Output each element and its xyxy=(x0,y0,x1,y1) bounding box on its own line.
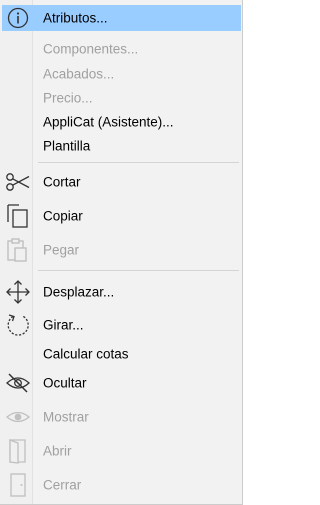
eye-off-icon xyxy=(2,367,34,399)
menu-item-label: Plantilla xyxy=(43,138,91,154)
scissors-icon xyxy=(2,166,34,198)
menu-item-label: Copiar xyxy=(43,208,83,224)
menu-item-applicat[interactable]: AppliCat (Asistente)... xyxy=(2,110,241,134)
menu-item-label: Desplazar... xyxy=(43,284,115,299)
menu-item-label: Cerrar xyxy=(43,477,82,492)
menu-item-label: Pegar xyxy=(43,242,80,258)
menu-item-cortar[interactable]: Cortar xyxy=(2,166,241,198)
menu-item-girar[interactable]: Girar... xyxy=(2,308,241,342)
door-closed-icon xyxy=(2,468,34,501)
move-icon xyxy=(2,275,34,308)
menu-item-abrir[interactable]: Abrir xyxy=(2,434,241,467)
menu-item-label: Atributos... xyxy=(43,10,108,26)
menu-item-ocultar[interactable]: Ocultar xyxy=(2,367,241,399)
menu-item-label: Calcular cotas xyxy=(43,346,129,362)
menu-item-label: Ocultar xyxy=(43,375,87,391)
info-icon xyxy=(2,5,34,31)
menu-item-plantilla[interactable]: Plantilla xyxy=(2,134,241,158)
context-menu: Atributos... Componentes... Acabados... … xyxy=(0,0,243,505)
rotate-icon xyxy=(2,308,34,342)
menu-item-precio[interactable]: Precio... xyxy=(2,86,241,110)
menu-item-copiar[interactable]: Copiar xyxy=(2,199,241,233)
menu-item-label: Abrir xyxy=(43,443,72,458)
menu-item-label: Componentes... xyxy=(43,41,139,57)
menu-item-label: Mostrar xyxy=(43,409,89,424)
menu-separator xyxy=(38,162,239,163)
eye-icon xyxy=(2,400,34,433)
menu-item-desplazar[interactable]: Desplazar... xyxy=(2,275,241,308)
menu-item-label: Girar... xyxy=(43,317,84,333)
paste-icon xyxy=(2,233,34,267)
menu-item-label: Precio... xyxy=(43,90,93,106)
menu-item-atributos[interactable]: Atributos... xyxy=(2,5,241,31)
menu-item-label: Acabados... xyxy=(43,66,115,81)
door-open-icon xyxy=(2,434,34,467)
menu-item-componentes[interactable]: Componentes... xyxy=(2,37,241,61)
menu-separator xyxy=(38,270,239,271)
menu-item-cerrar[interactable]: Cerrar xyxy=(2,468,241,501)
menu-item-calcular-cotas[interactable]: Calcular cotas xyxy=(2,342,241,366)
menu-item-pegar[interactable]: Pegar xyxy=(2,233,241,267)
menu-item-acabados[interactable]: Acabados... xyxy=(2,61,241,86)
menu-item-mostrar[interactable]: Mostrar xyxy=(2,400,241,433)
menu-item-label: AppliCat (Asistente)... xyxy=(43,114,174,130)
copy-icon xyxy=(2,199,34,233)
menu-item-label: Cortar xyxy=(43,174,81,190)
